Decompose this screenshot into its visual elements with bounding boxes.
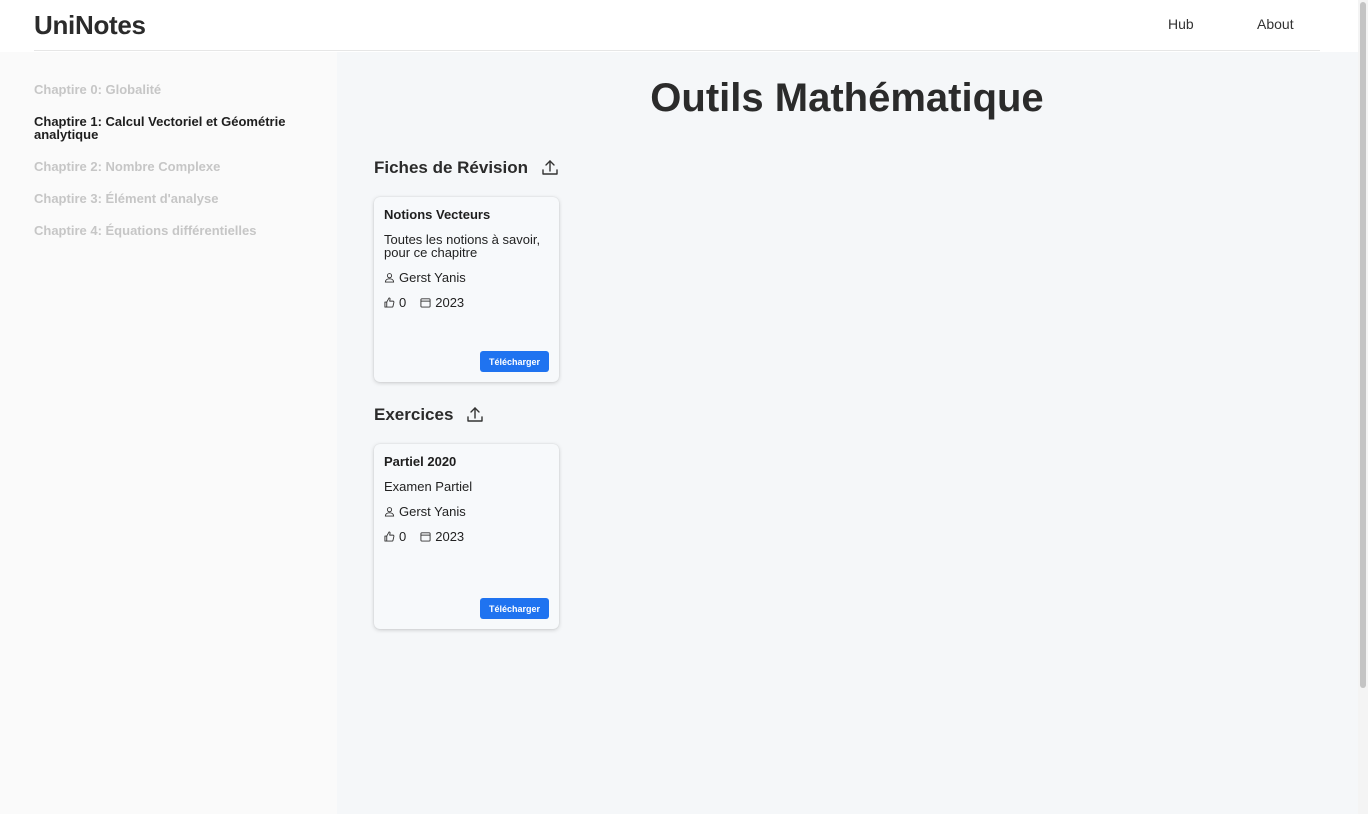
sidebar-item-chapter-2[interactable]: Chaptire 2: Nombre Complexe	[34, 160, 304, 173]
card-year: 2023	[435, 295, 465, 310]
card-meta: 0 2023	[384, 295, 464, 310]
sidebar-item-chapter-1[interactable]: Chaptire 1: Calcul Vectoriel et Géométri…	[34, 115, 304, 141]
page-scrollbar[interactable]	[1358, 0, 1368, 814]
card-title: Notions Vecteurs	[384, 207, 491, 222]
upload-icon[interactable]	[465, 405, 485, 425]
document-card[interactable]: Notions Vecteurs Toutes les notions à sa…	[374, 197, 559, 382]
thumbs-up-icon[interactable]	[384, 297, 395, 308]
download-button[interactable]: Télécharger	[480, 351, 549, 372]
user-icon	[384, 273, 395, 283]
scrollbar-thumb[interactable]	[1360, 2, 1366, 688]
download-button[interactable]: Télécharger	[480, 598, 549, 619]
section-title-revision: Fiches de Révision	[374, 158, 528, 177]
sidebar-item-chapter-4[interactable]: Chaptire 4: Équations différentielles	[34, 224, 304, 237]
card-author-name: Gerst Yanis	[399, 504, 466, 519]
thumbs-up-icon[interactable]	[384, 531, 395, 542]
card-description: Examen Partiel	[384, 479, 473, 494]
section-title-exercices: Exercices	[374, 405, 454, 424]
card-likes: 0	[399, 529, 407, 544]
card-description: Toutes les notions à savoir, pour ce cha…	[384, 232, 541, 260]
card-likes: 0	[399, 295, 407, 310]
card-author: Gerst Yanis	[384, 270, 466, 285]
app-logo[interactable]: UniNotes	[34, 10, 146, 41]
calendar-icon	[420, 532, 431, 542]
page-title: Outils Mathématique	[650, 76, 1044, 120]
user-icon	[384, 507, 395, 517]
top-navbar: UniNotes Hub About	[34, 0, 1320, 51]
calendar-icon	[420, 298, 431, 308]
nav-link-about[interactable]: About	[1257, 16, 1294, 32]
section-header-exercices: Exercices	[374, 405, 485, 425]
nav-link-hub[interactable]: Hub	[1168, 16, 1194, 32]
chapter-sidebar: Chaptire 0: Globalité Chaptire 1: Calcul…	[0, 52, 337, 814]
card-meta: 0 2023	[384, 529, 464, 544]
document-card[interactable]: Partiel 2020 Examen Partiel Gerst Yanis …	[374, 444, 559, 629]
card-author: Gerst Yanis	[384, 504, 466, 519]
main-content: Outils Mathématique Fiches de Révision N…	[337, 52, 1358, 814]
card-title: Partiel 2020	[384, 454, 457, 469]
section-header-revision: Fiches de Révision	[374, 158, 560, 178]
card-author-name: Gerst Yanis	[399, 270, 466, 285]
upload-icon[interactable]	[540, 158, 560, 178]
sidebar-item-chapter-0[interactable]: Chaptire 0: Globalité	[34, 83, 304, 96]
sidebar-item-chapter-3[interactable]: Chaptire 3: Élément d'analyse	[34, 192, 304, 205]
card-year: 2023	[435, 529, 465, 544]
